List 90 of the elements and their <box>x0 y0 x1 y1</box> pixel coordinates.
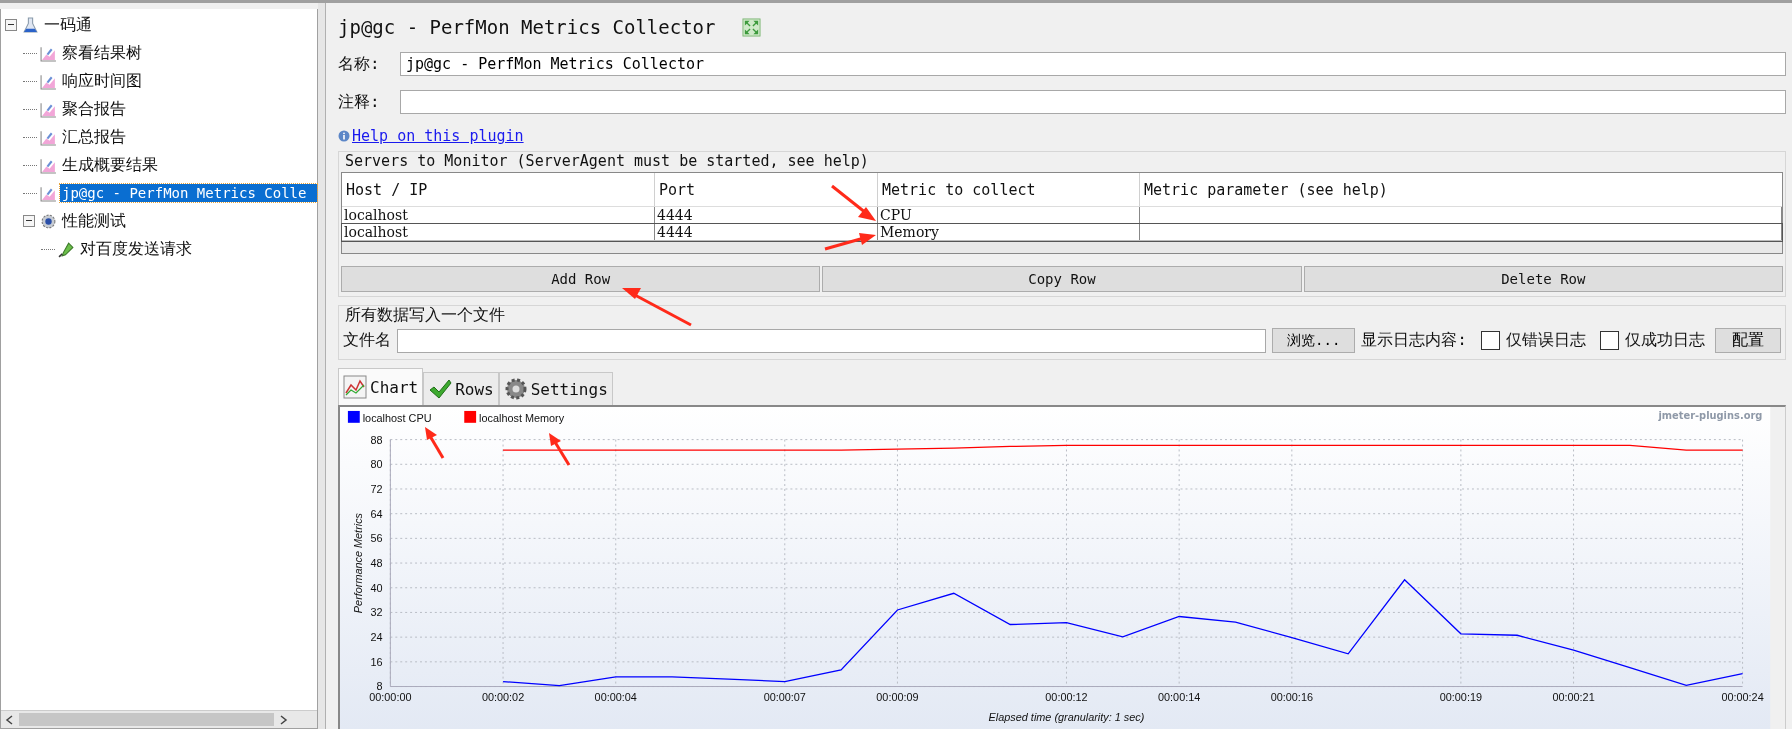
x-tick-label: 00:00:14 <box>1158 691 1201 704</box>
panel-title: jp@gc - PerfMon Metrics Collector <box>338 16 716 38</box>
legend-label: localhost CPU <box>362 411 432 424</box>
column-header[interactable]: Host / IP <box>342 173 655 206</box>
y-tick-label: 8 <box>376 680 383 693</box>
y-tick-label: 40 <box>370 581 383 594</box>
tree-item[interactable]: jp@gc - PerfMon Metrics Colle <box>60 184 317 202</box>
tree-item[interactable]: 生成概要结果 <box>60 153 160 177</box>
horizontal-scrollbar[interactable] <box>1 710 317 728</box>
collapse-toggle[interactable] <box>23 215 35 227</box>
help-link[interactable]: Help on this plugin <box>352 127 524 145</box>
x-tick-label: 00:00:04 <box>594 691 637 704</box>
column-header[interactable]: Metric parameter (see help) <box>1140 173 1782 206</box>
annotation-arrow <box>831 184 876 221</box>
tree-item[interactable]: 汇总报告 <box>60 125 128 149</box>
y-tick-label: 56 <box>370 532 383 545</box>
annotation-arrow <box>622 288 692 327</box>
tree-item[interactable]: 聚合报告 <box>60 97 128 121</box>
tree-item[interactable]: 对百度发送请求 <box>78 237 194 261</box>
collapse-toggle[interactable] <box>5 19 17 31</box>
log-label: 显示日志内容: <box>1361 330 1467 351</box>
y-tick-label: 24 <box>370 631 383 644</box>
file-label: 文件名 <box>343 330 391 351</box>
y-tick-label: 48 <box>370 557 383 569</box>
chart-icon <box>40 128 57 146</box>
x-tick-label: 00:00:12 <box>1045 691 1088 704</box>
column-header[interactable]: Metric to collect <box>878 173 1140 206</box>
table-cell: localhost <box>342 224 655 240</box>
browse-button[interactable]: 浏览... <box>1272 328 1356 353</box>
tab[interactable]: Chart <box>338 368 424 405</box>
tree-item[interactable]: 性能测试 <box>60 209 128 233</box>
x-axis-title: Elapsed time (granularity: 1 sec) <box>988 711 1145 724</box>
group-title: Servers to Monitor (ServerAgent must be started, see help) <box>344 152 870 170</box>
annotation-arrow <box>549 433 571 466</box>
config-button[interactable]: 配置 <box>1715 328 1781 353</box>
tree-item[interactable]: 响应时间图 <box>60 69 144 93</box>
x-tick-label: 00:00:21 <box>1552 691 1595 704</box>
y-axis-title: Performance Metrics <box>351 512 364 614</box>
row-button[interactable]: Delete Row <box>1303 266 1783 292</box>
y-tick-label: 72 <box>370 482 383 495</box>
checkbox-label: 仅错误日志 <box>1506 330 1586 351</box>
info-icon <box>338 130 350 142</box>
column-header[interactable]: Port <box>655 173 878 206</box>
x-tick-label: 00:00:16 <box>1270 691 1313 704</box>
line-chart-icon <box>343 375 367 399</box>
gear-icon <box>503 377 528 401</box>
pipette-icon <box>58 240 75 258</box>
scroll-left-icon[interactable] <box>5 714 15 725</box>
checkmark-icon <box>428 377 453 401</box>
y-tick-label: 16 <box>370 655 383 668</box>
expand-icon[interactable] <box>741 17 761 37</box>
chart-icon <box>40 72 57 90</box>
y-tick-label: 88 <box>370 433 383 446</box>
x-tick-label: 00:00:09 <box>876 691 919 704</box>
y-tick-label: 80 <box>370 458 383 471</box>
chart-credit: jmeter-plugins.org <box>1658 409 1763 421</box>
gear-icon <box>40 212 57 230</box>
annotation-arrow <box>824 233 876 251</box>
checkbox[interactable] <box>1600 331 1619 350</box>
comment-label: 注释: <box>337 91 381 113</box>
scroll-right-icon[interactable] <box>278 714 288 725</box>
y-tick-label: 32 <box>370 606 383 619</box>
tab[interactable]: Settings <box>498 372 613 405</box>
x-tick-label: 00:00:00 <box>369 691 412 704</box>
name-field[interactable]: jp@gc - PerfMon Metrics Collector <box>400 52 1786 76</box>
group-title: 所有数据写入一个文件 <box>344 306 506 324</box>
flask-icon <box>22 16 39 34</box>
file-field[interactable] <box>397 328 1267 353</box>
row-button[interactable]: Copy Row <box>822 266 1302 292</box>
comment-field[interactable] <box>400 90 1786 114</box>
chart-icon <box>40 184 57 202</box>
annotation-arrow <box>425 427 445 459</box>
tree-item[interactable]: 一码通 <box>42 13 94 37</box>
tree-item[interactable]: 察看结果树 <box>60 41 144 65</box>
chart-icon <box>40 100 57 118</box>
tab[interactable]: Rows <box>423 372 499 405</box>
x-tick-label: 00:00:19 <box>1439 691 1482 704</box>
legend-label: localhost Memory <box>479 411 565 424</box>
x-tick-label: 00:00:24 <box>1721 691 1764 704</box>
checkbox-label: 仅成功日志 <box>1625 330 1705 351</box>
y-tick-label: 64 <box>370 507 383 520</box>
table-row[interactable]: localhost 4444 Memory <box>342 224 1782 241</box>
chart-icon <box>40 44 57 62</box>
x-tick-label: 00:00:07 <box>763 691 806 704</box>
x-tick-label: 00:00:02 <box>481 691 525 704</box>
table-cell: Memory <box>878 224 1140 240</box>
chart-icon <box>40 156 57 174</box>
name-label: 名称: <box>337 53 381 75</box>
row-button[interactable]: Add Row <box>341 266 821 292</box>
checkbox[interactable] <box>1481 331 1500 350</box>
